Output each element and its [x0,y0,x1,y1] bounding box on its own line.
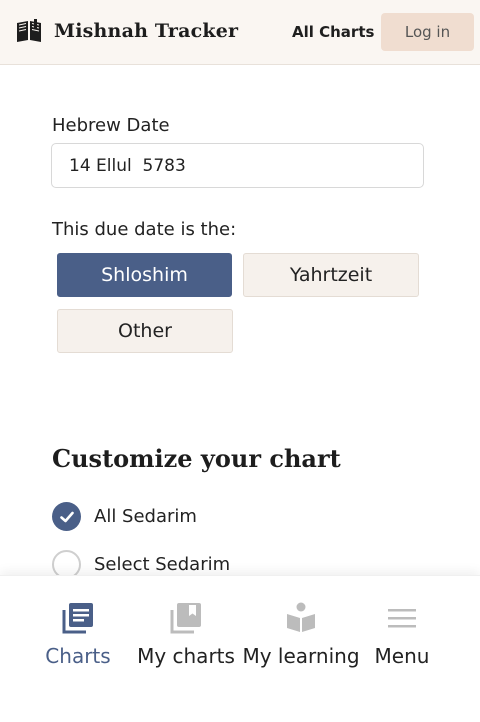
hebrew-date-label: Hebrew Date [52,115,170,136]
my-charts-icon [169,601,203,635]
checkmark-icon [59,511,74,522]
all-charts-link[interactable]: All Charts [292,23,374,41]
login-button[interactable]: Log in [381,13,474,51]
tab-charts[interactable]: Charts [38,576,118,686]
shloshim-button[interactable]: Shloshim [57,253,232,297]
reading-icon [284,601,318,635]
hebrew-date-input[interactable] [51,143,424,188]
tab-my-learning[interactable]: My learning [242,576,360,686]
tab-my-charts[interactable]: My charts [134,576,238,686]
tab-my-learning-label: My learning [242,644,360,668]
all-sedarim-option[interactable]: All Sedarim [52,502,197,531]
other-button[interactable]: Other [57,309,233,353]
top-header: Mishnah Tracker All Charts Log in [0,0,480,65]
all-sedarim-label: All Sedarim [94,506,197,527]
tab-charts-label: Charts [45,644,111,668]
tab-my-charts-label: My charts [137,644,235,668]
tab-menu-label: Menu [374,644,430,668]
due-date-label: This due date is the: [52,219,237,240]
menu-icon [385,601,419,635]
brand[interactable]: Mishnah Tracker [14,16,238,46]
yahrtzeit-button[interactable]: Yahrtzeit [243,253,419,297]
book-logo-icon [17,19,41,42]
select-sedarim-label: Select Sedarim [94,554,231,575]
tab-menu[interactable]: Menu [366,576,438,686]
checked-radio-icon[interactable] [52,502,81,531]
customize-title: Customize your chart [52,444,341,473]
app-name: Mishnah Tracker [54,20,239,42]
bottom-navigation: Charts My charts My learning Menu [0,575,480,722]
charts-icon [61,601,95,635]
